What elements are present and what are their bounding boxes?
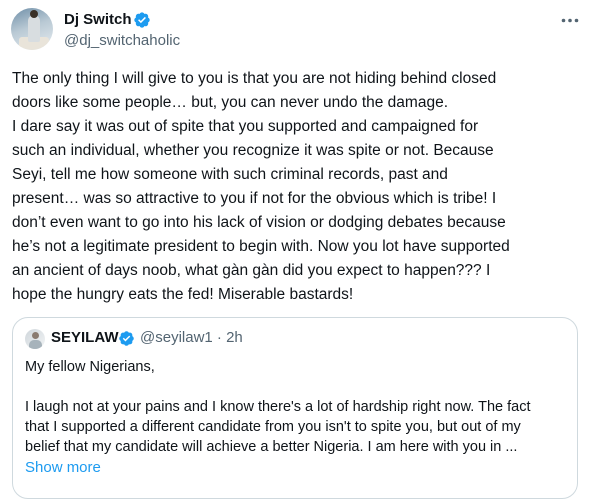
show-more-link[interactable]: Show more: [25, 458, 101, 478]
quoted-author-name: SEYILAW: [51, 329, 119, 346]
quoted-tweet-text: My fellow Nigerians, I laugh not at your…: [25, 359, 531, 455]
author-avatar[interactable]: [11, 8, 53, 50]
quoted-verified-badge-icon: [119, 331, 134, 346]
quoted-author-avatar: [25, 329, 45, 349]
more-dots-icon: [561, 18, 579, 22]
more-options-icon[interactable]: [558, 10, 582, 30]
tweet-text: The only thing I will give to you is tha…: [12, 70, 510, 303]
quoted-handle-time: @seyilaw1 · 2h: [140, 329, 243, 346]
verified-badge-icon: [134, 12, 150, 28]
author-display-name[interactable]: Dj Switch: [64, 10, 132, 30]
quoted-tweet[interactable]: SEYILAW @seyilaw1 · 2h My fellow Nigeria…: [12, 317, 578, 499]
author-handle[interactable]: @dj_switchaholic: [64, 31, 180, 51]
